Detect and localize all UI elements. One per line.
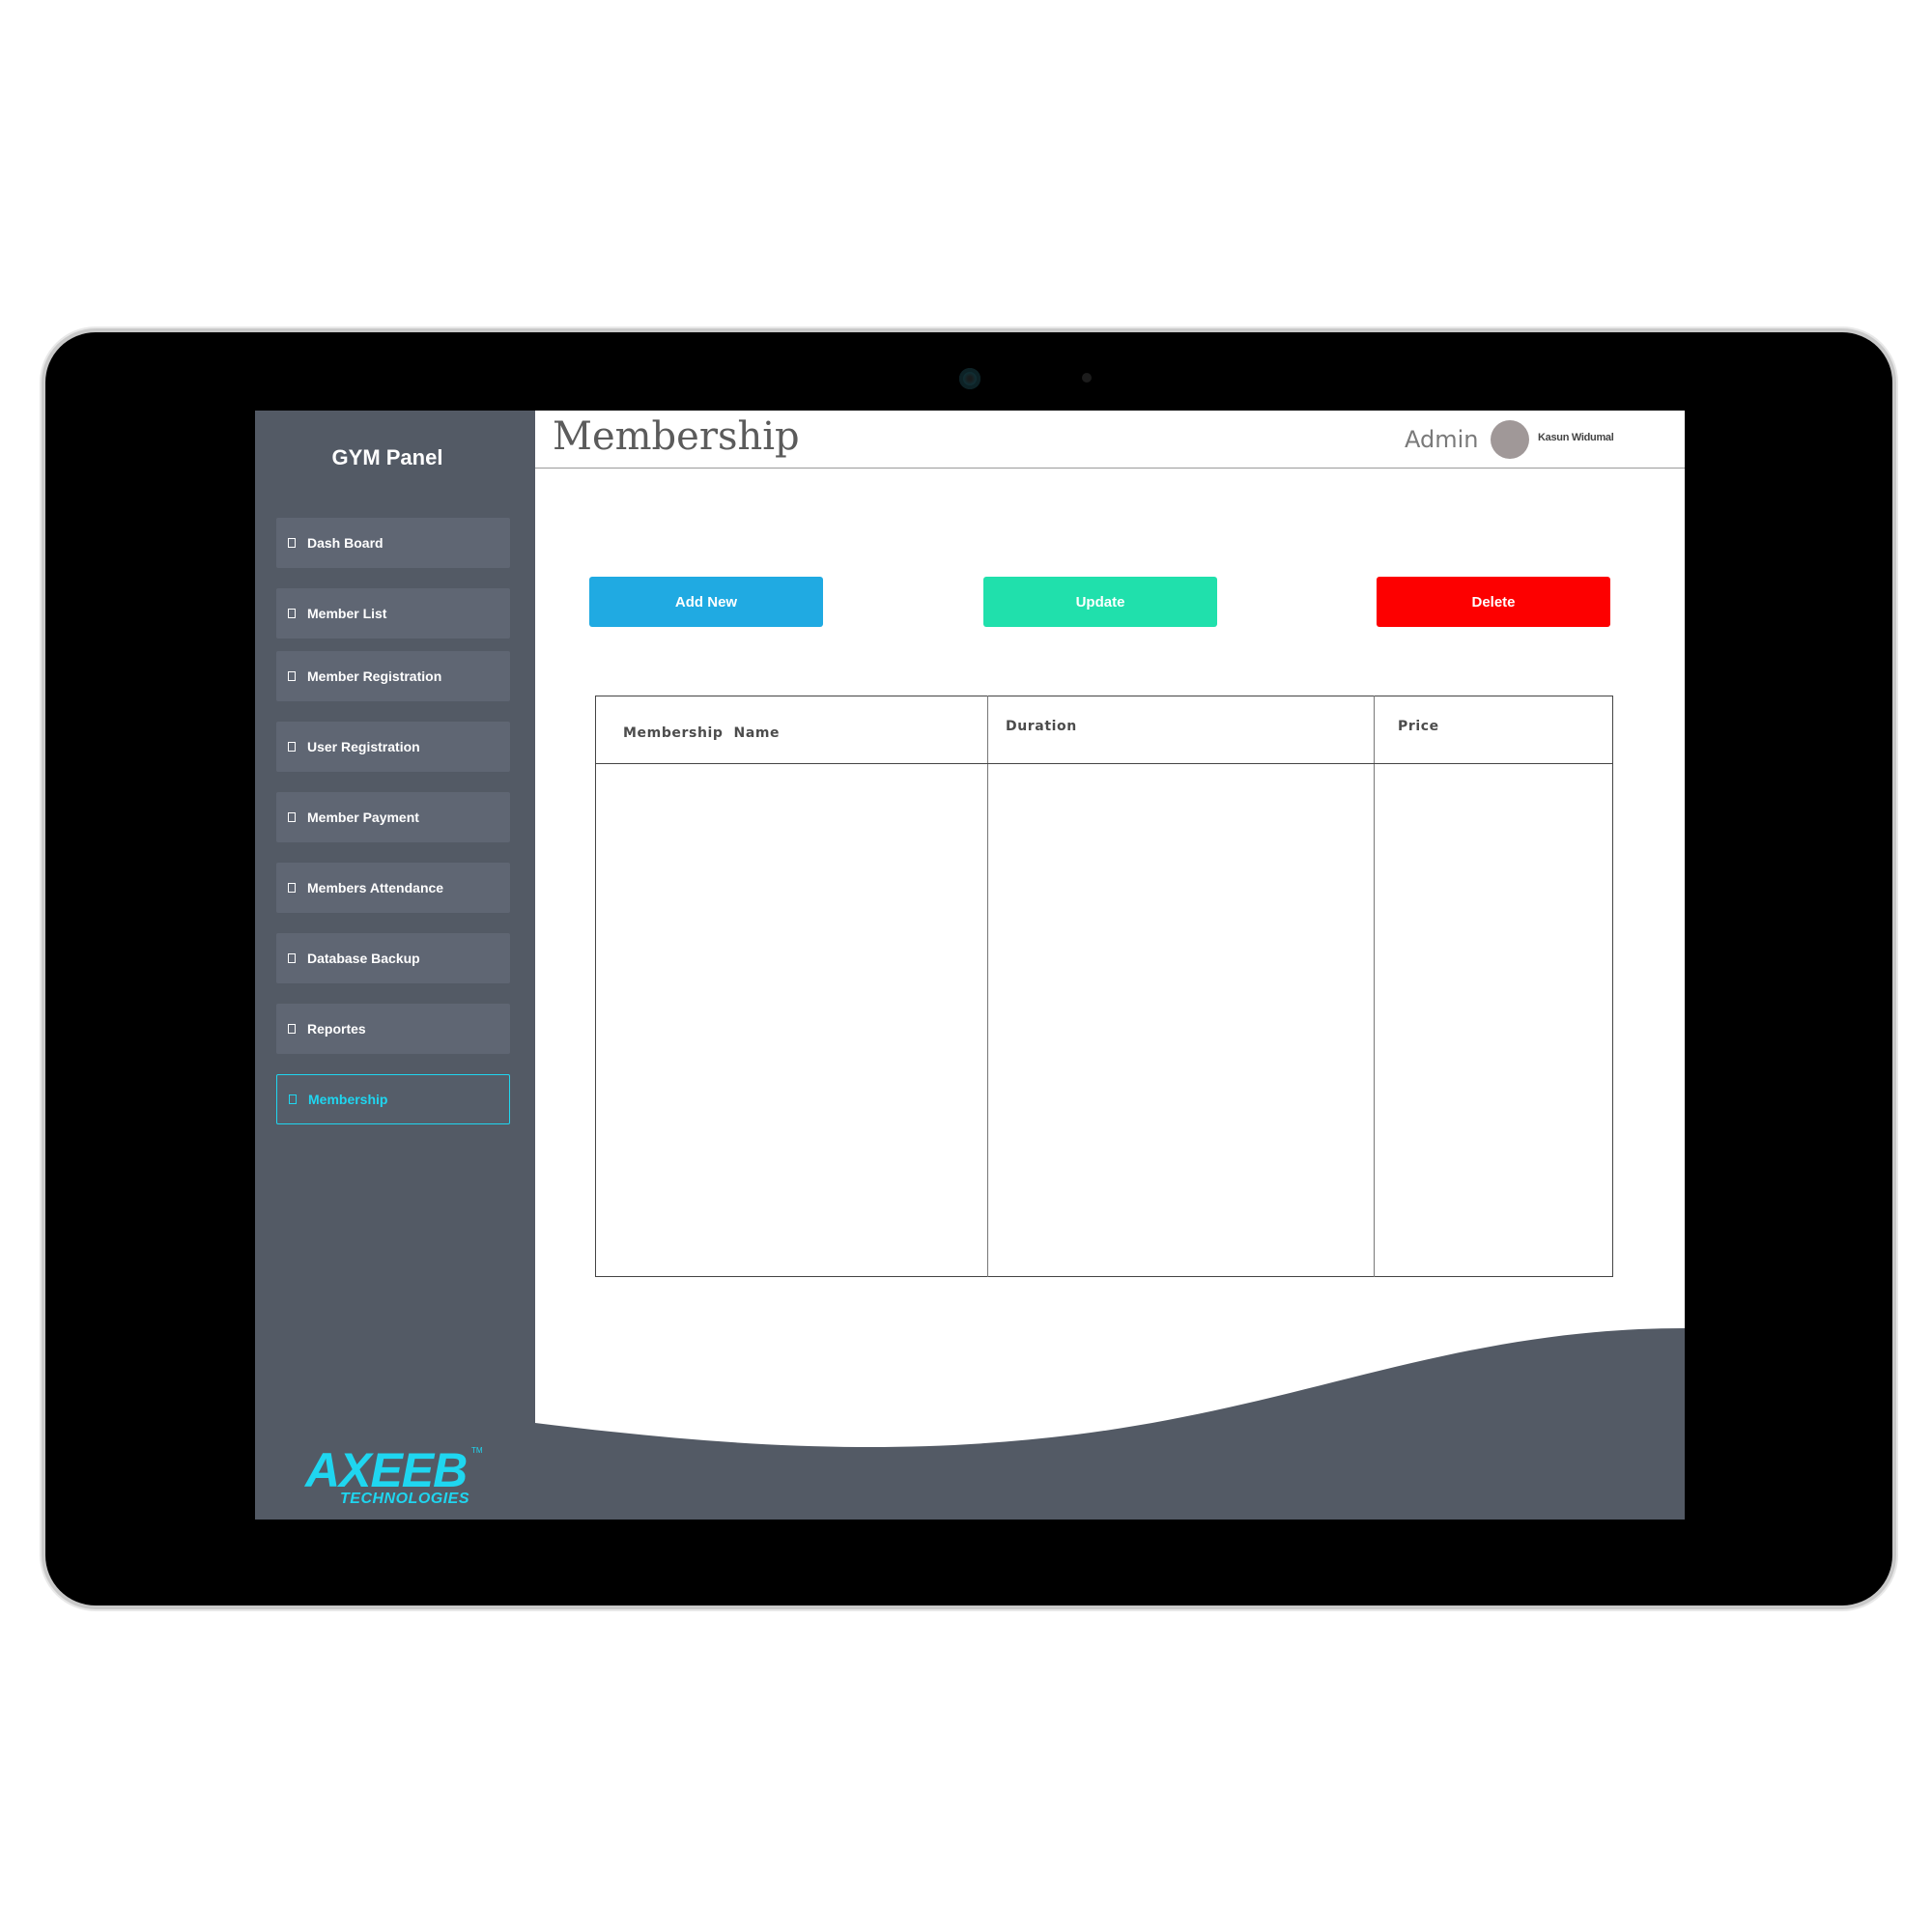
sidebar-item-dash-board[interactable]: Dash Board [276, 518, 510, 568]
sidebar-item-label: Dash Board [307, 535, 384, 551]
square-icon [288, 609, 296, 618]
square-icon [288, 538, 296, 548]
sidebar-item-membership[interactable]: Membership [276, 1074, 510, 1124]
page-header: Membership Admin Kasun Widumal [535, 411, 1685, 469]
sensor-dot [1082, 373, 1092, 383]
table-body-empty [595, 763, 1613, 1277]
table-header-row: Membership Name Duration Price [595, 696, 1613, 764]
avatar[interactable] [1491, 420, 1529, 459]
logo-trademark: TM [471, 1446, 483, 1455]
square-icon [289, 1094, 297, 1104]
sidebar-item-members-attendance[interactable]: Members Attendance [276, 863, 510, 913]
square-icon [288, 883, 296, 893]
main-content: Membership Admin Kasun Widumal Add New U… [535, 411, 1685, 1520]
sidebar-item-reportes[interactable]: Reportes [276, 1004, 510, 1054]
square-icon [288, 671, 296, 681]
column-header-price[interactable]: Price [1374, 696, 1613, 764]
sidebar-item-label: Members Attendance [307, 880, 444, 895]
decorative-wave [535, 1328, 1685, 1520]
sidebar-item-label: Member List [307, 606, 387, 621]
page-title: Membership [553, 414, 800, 459]
sidebar-item-user-registration[interactable]: User Registration [276, 722, 510, 772]
user-role: Admin [1405, 426, 1479, 453]
update-button[interactable]: Update [983, 577, 1217, 627]
app-screen: GYM Panel Dash Board Member List Member … [255, 411, 1685, 1520]
camera-icon [959, 368, 980, 389]
square-icon [288, 742, 296, 752]
square-icon [288, 953, 296, 963]
sidebar-item-label: Database Backup [307, 951, 420, 966]
sidebar-item-label: Member Registration [307, 668, 442, 684]
square-icon [288, 812, 296, 822]
logo-subtitle: TECHNOLOGIES [340, 1491, 470, 1507]
sidebar-item-label: Membership [308, 1092, 388, 1107]
brand-title: GYM Panel [331, 445, 443, 469]
company-logo: AXEEB TM TECHNOLOGIES [305, 1446, 498, 1514]
add-new-button[interactable]: Add New [589, 577, 823, 627]
sidebar: GYM Panel Dash Board Member List Member … [255, 411, 535, 1520]
logo-wordmark: AXEEB [305, 1443, 468, 1497]
delete-button[interactable]: Delete [1377, 577, 1610, 627]
sidebar-item-member-payment[interactable]: Member Payment [276, 792, 510, 842]
sidebar-item-member-registration[interactable]: Member Registration [276, 651, 510, 701]
column-header-duration[interactable]: Duration [987, 696, 1375, 764]
table-cell[interactable] [1375, 764, 1613, 1277]
square-icon [288, 1024, 296, 1034]
table-cell[interactable] [595, 763, 988, 1277]
sidebar-item-member-list[interactable]: Member List [276, 588, 510, 639]
user-name[interactable]: Kasun Widumal [1538, 432, 1614, 443]
sidebar-item-label: Reportes [307, 1021, 366, 1037]
sidebar-item-label: Member Payment [307, 810, 419, 825]
tablet-top-edge [145, 327, 1787, 331]
sidebar-item-label: User Registration [307, 739, 420, 754]
column-header-membership-name[interactable]: Membership Name [595, 696, 988, 764]
membership-table: Membership Name Duration Price [595, 696, 1613, 1277]
sidebar-item-database-backup[interactable]: Database Backup [276, 933, 510, 983]
table-cell[interactable] [987, 763, 1375, 1277]
